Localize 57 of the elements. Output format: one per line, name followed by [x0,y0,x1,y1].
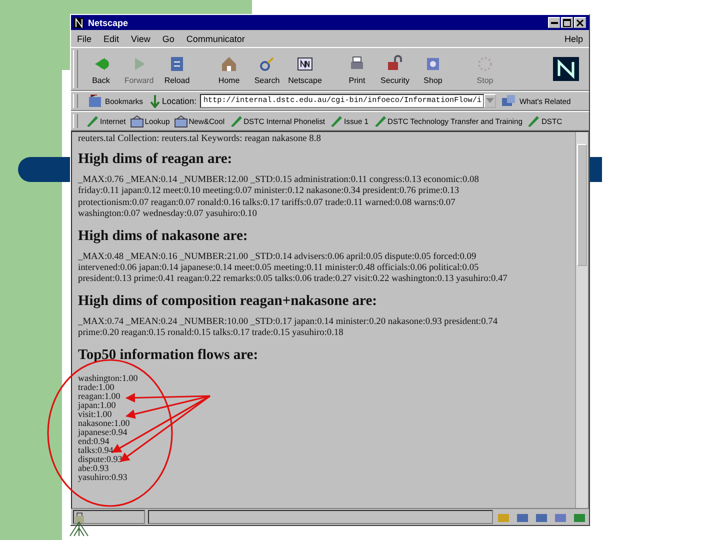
down-arrow-icon [148,94,162,108]
scrollbar[interactable] [575,132,588,508]
flow-item: abe:0.93 [78,464,109,473]
section-heading: Top50 information flows are: [78,346,260,364]
menu-item[interactable]: Help [564,34,583,44]
maximize-button[interactable] [561,17,573,28]
flow-item: japan:1.00 [78,400,116,410]
location-label: Location: [162,96,196,106]
folder-icon [174,114,188,128]
dims-text: _MAX:0.76 _MEAN:0.14 _NUMBER:12.00 _STD:0.15 administration:0.11 congress:0.13 economic:0.08 friday:0.11 japan:0.12 meet:0.10 meeting:0.07 minister:0.12 nakasone:0.34 president:0.76 prime:0.13 protectionism:0.07 reagan:0.07 ronald:0.16 talks:0.17 tariffs:0.07 trade:0.11 warned:0.08 warns:0.07 washington:0.07 wednesday:0.07 yasuhiro:0.10 [78,175,480,221]
flow-item: nakasone:1.00 [78,418,130,428]
flow-item: visit:1.00 [78,410,112,419]
bookmark-icon [87,94,103,108]
flow-item: talks:0.94 [78,446,114,455]
dims-text: _MAX:0.74 _MEAN:0.24 _NUMBER:10.00 _STD:0.17 japan:0.14 minister:0.20 nakasone:0.93 president:0.74 prime:0.20 reagan:0.15 ronald:0.15 talks:0.17 trade:0.15 yasuhiro:0.18 [78,316,499,340]
section-heading: High dims of nakasone are: [78,228,249,245]
toolbar-button[interactable]: Reload [158,54,196,84]
toolbar-grip[interactable] [73,114,78,128]
menu-item[interactable]: File [77,34,92,44]
section-heading: High dims of composition reagan+nakasone are: [78,292,378,310]
toolbar-grip[interactable] [73,50,78,88]
flow-item: trade:1.00 [78,382,114,392]
menu-item[interactable]: Edit [104,34,120,44]
close-icon [575,18,585,28]
folder-icon [130,114,144,128]
dropdown-button[interactable] [484,94,496,108]
n-logo-icon [553,57,579,81]
section-heading: High dims of reagan are: [78,151,234,168]
scroll-thumb[interactable] [577,144,587,266]
close-button[interactable] [574,17,586,28]
window-icon [501,94,518,108]
menu-item[interactable]: View [131,34,150,44]
padlock-icon [74,510,86,524]
flow-item: end:0.94 [78,436,110,446]
flow-item: washington:1.00 [78,374,138,383]
flow-item: reagan:1.00 [78,392,120,401]
n-logo-icon [74,18,84,28]
dims-text: _MAX:0.48 _MEAN:0.16 _NUMBER:21.00 _STD:0.14 advisers:0.06 april:0.05 dispute:0.05 forced:0.09 intervened:0.06 japan:0.14 japanese:0.14 meet:0.05 meeting:0.11 minister:0.48 officials:0.06 political:0.05 president:0.13 prime:0.41 reagan:0.22 remarks:0.05 talks:0.06 trade:0.27 visit:0.22 washington:0.13 yasuhiro:0.47 [78,252,508,286]
toolbar-button[interactable]: Security [376,54,414,84]
toolbar-grip[interactable] [73,94,78,108]
minimize-icon [550,22,558,24]
maximize-icon [562,18,572,28]
window-title: Netscape [88,18,130,28]
toolbar-button[interactable]: Netscape [286,54,324,84]
menu-item[interactable]: Go [162,34,174,44]
minimize-button[interactable] [548,17,560,28]
toolbar-button[interactable]: Print [338,54,376,84]
toolbar-button[interactable]: Shop [414,54,452,84]
toolbar-button[interactable]: Search [248,54,286,84]
flow-item: japanese:0.94 [78,428,128,437]
toolbar-button[interactable]: Back [82,54,120,84]
menu-item[interactable]: Communicator [186,34,245,44]
flow-item: yasuhiro:0.93 [78,472,128,482]
tree-icon [68,520,90,538]
intro-text: reuters.tal Collection: reuters.tal Keywords: reagan nakasone 8.8 [78,134,322,144]
flow-item: dispute:0.93 [78,454,122,464]
toolbar-button[interactable]: Home [210,54,248,84]
